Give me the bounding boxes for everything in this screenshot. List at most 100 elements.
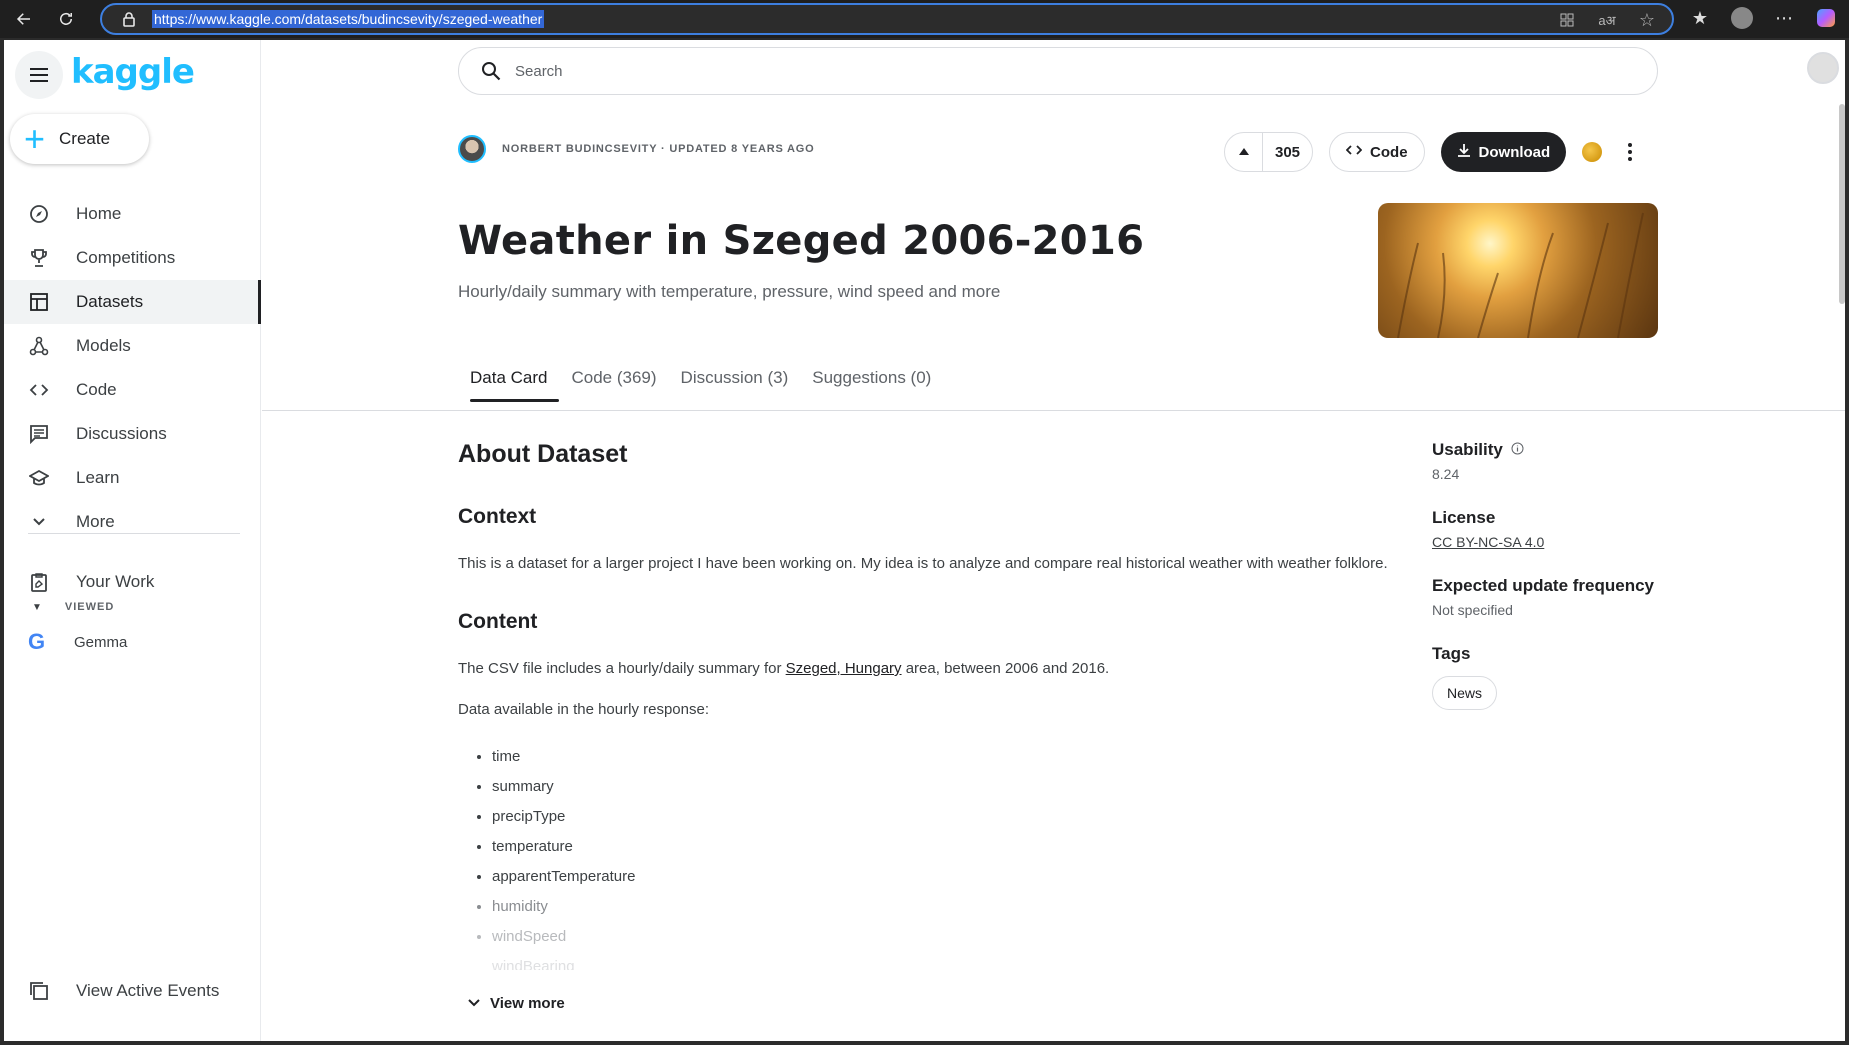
info-icon[interactable] (1511, 440, 1524, 460)
apps-icon[interactable] (1556, 9, 1578, 31)
page-title: Weather in Szeged 2006-2016 (458, 218, 1145, 264)
copilot-icon[interactable] (1813, 5, 1839, 31)
upvote-control[interactable]: 305 (1224, 132, 1314, 172)
sidebar-item-learn[interactable]: Learn (4, 456, 261, 500)
list-item: apparentTemperature (492, 862, 1398, 892)
more-vert-icon[interactable] (1618, 140, 1642, 164)
tabs-divider (262, 410, 1845, 411)
sidebar: kaggle + Create Home Competitions Datase… (4, 40, 261, 1041)
usability-value: 8.24 (1432, 466, 1460, 482)
context-heading: Context (458, 505, 537, 528)
list-item: time (492, 742, 1398, 772)
browser-toolbar: https://www.kaggle.com/datasets/budincse… (0, 0, 1849, 38)
plus-icon: + (24, 118, 46, 159)
favorites-icon[interactable]: ★ (1687, 5, 1713, 31)
upvote-icon[interactable] (1225, 133, 1263, 171)
list-item: humidity (492, 892, 1398, 922)
medal-icon[interactable] (1582, 142, 1603, 162)
sidebar-item-models[interactable]: Models (4, 324, 261, 368)
content-text: The CSV file includes a hourly/daily sum… (458, 658, 1398, 679)
view-more-label: View more (490, 995, 565, 1012)
frequency-label: Expected update frequency (1432, 576, 1655, 595)
sidebar-item-home[interactable]: Home (4, 192, 261, 236)
tab-suggestions[interactable]: Suggestions (0) (800, 360, 943, 402)
tab-data-card[interactable]: Data Card (458, 360, 560, 402)
tab-discussion[interactable]: Discussion (3) (669, 360, 801, 402)
list-item: precipType (492, 802, 1398, 832)
main-content: Search NORBERT BUDINCSEVITY · UPDATED 8 … (262, 40, 1845, 1041)
field-list: time summary precipType temperature appa… (492, 742, 1398, 970)
list-item: summary (492, 772, 1398, 802)
reload-icon[interactable] (48, 1, 84, 37)
tab-code[interactable]: Code (369) (559, 360, 668, 402)
sidebar-item-label: Datasets (76, 292, 144, 311)
compass-icon (28, 203, 50, 225)
events-icon (28, 980, 50, 1002)
scrollbar[interactable] (1839, 104, 1845, 304)
license-link[interactable]: CC BY-NC-SA 4.0 (1432, 534, 1692, 550)
url-text[interactable]: https://www.kaggle.com/datasets/budincse… (152, 10, 545, 28)
owner-line[interactable]: NORBERT BUDINCSEVITY · UPDATED 8 YEARS A… (502, 143, 815, 155)
sidebar-divider (28, 533, 240, 534)
license-label: License (1432, 508, 1496, 527)
view-active-events-link[interactable]: View Active Events (28, 980, 219, 1002)
clipboard-icon (28, 571, 50, 593)
user-avatar[interactable] (1807, 52, 1839, 84)
sidebar-item-label: Competitions (76, 248, 176, 267)
sidebar-item-your-work[interactable]: Your Work (4, 560, 261, 604)
sidebar-nav: Home Competitions Datasets Models Code D… (4, 192, 261, 544)
code-button[interactable]: Code (1329, 132, 1425, 172)
about-heading: About Dataset (458, 440, 628, 468)
dataset-tabs: Data Card Code (369) Discussion (3) Sugg… (458, 360, 943, 402)
translate-icon[interactable]: aअ (1596, 9, 1618, 31)
szeged-link[interactable]: Szeged, Hungary (786, 660, 902, 677)
viewed-item-gemma[interactable]: G Gemma (28, 622, 127, 662)
kaggle-logo[interactable]: kaggle (71, 52, 195, 92)
address-bar[interactable]: https://www.kaggle.com/datasets/budincse… (100, 3, 1674, 35)
more-menu-icon[interactable]: ⋯ (1771, 5, 1797, 31)
dataset-owner-row: NORBERT BUDINCSEVITY · UPDATED 8 YEARS A… (458, 135, 815, 163)
view-more-button[interactable]: View more (468, 995, 565, 1012)
sidebar-item-code[interactable]: Code (4, 368, 261, 412)
dataset-actions: 305 Code Download (1224, 132, 1642, 172)
google-icon: G (28, 629, 46, 654)
list-item: windSpeed (492, 922, 1398, 952)
your-work-label: Your Work (76, 572, 155, 591)
page-subtitle: Hourly/daily summary with temperature, p… (458, 282, 1001, 301)
sidebar-item-discussions[interactable]: Discussions (4, 412, 261, 456)
back-icon[interactable] (6, 1, 42, 37)
download-button[interactable]: Download (1440, 132, 1567, 172)
usability-label: Usability (1432, 440, 1503, 459)
sidebar-item-label: More (76, 512, 115, 531)
sidebar-item-more[interactable]: More (4, 500, 261, 544)
search-input[interactable]: Search (458, 47, 1658, 95)
page: kaggle + Create Home Competitions Datase… (4, 40, 1845, 1041)
list-item: windBearing (492, 952, 1398, 970)
sidebar-item-competitions[interactable]: Competitions (4, 236, 261, 280)
sidebar-item-label: Code (76, 380, 117, 399)
vote-count: 305 (1275, 143, 1301, 161)
trophy-icon (28, 247, 50, 269)
tag-chip[interactable]: News (1432, 676, 1498, 710)
caret-down-icon: ▼ (32, 601, 43, 613)
create-label: Create (59, 129, 111, 148)
star-icon[interactable]: ☆ (1636, 9, 1658, 31)
active-events-label: View Active Events (76, 981, 220, 1000)
hourly-intro: Data available in the hourly response: (458, 701, 709, 718)
content-text-post: area, between 2006 and 2016. (901, 660, 1110, 677)
profile-icon[interactable] (1729, 5, 1755, 31)
code-icon (1345, 143, 1363, 161)
download-icon (1457, 143, 1471, 161)
menu-icon[interactable] (15, 51, 63, 99)
viewed-section-header[interactable]: ▼ VIEWED (32, 601, 114, 613)
sidebar-item-label: Discussions (76, 424, 167, 443)
chevron-down-icon (468, 995, 480, 1012)
school-icon (28, 467, 50, 489)
create-button[interactable]: + Create (10, 114, 149, 164)
code-button-label: Code (1370, 143, 1408, 161)
sidebar-item-datasets[interactable]: Datasets (4, 280, 261, 324)
owner-avatar[interactable] (458, 135, 486, 163)
sidebar-item-label: Learn (76, 468, 120, 487)
sidebar-item-label: Models (76, 336, 131, 355)
code-icon (28, 379, 50, 401)
